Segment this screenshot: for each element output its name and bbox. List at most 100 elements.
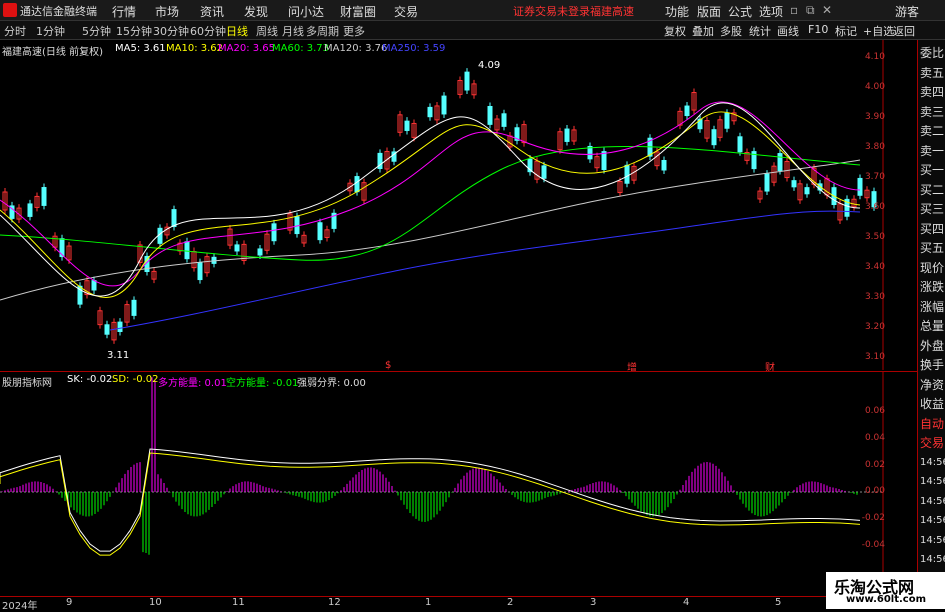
sidebar-item[interactable]: 委比	[920, 46, 944, 60]
sidebar-item[interactable]: 涨跌	[920, 280, 944, 294]
x-tick: 2024年	[2, 601, 38, 612]
x-tick: 2	[507, 597, 514, 608]
sd-label: SD: -0.02	[112, 374, 159, 385]
date-axis: 2024年 9 10 11 12 1 2 3 4 5	[0, 596, 945, 612]
candle	[724, 112, 730, 129]
ma60-label: MA60: 3.73	[272, 43, 330, 54]
stats-button[interactable]: 统计	[749, 23, 771, 39]
adjust-button[interactable]: 复权	[664, 23, 686, 39]
candle	[354, 176, 360, 193]
menu-news[interactable]: 资讯	[200, 3, 224, 20]
x-tick: 1	[425, 597, 432, 608]
sidebar-item[interactable]: 外盘	[920, 339, 944, 353]
tab-daily[interactable]: 日线	[226, 23, 248, 39]
menu-formula[interactable]: 公式	[728, 3, 752, 20]
y-tick: 3.90	[864, 112, 885, 122]
candle	[661, 159, 667, 171]
sidebar-item[interactable]: 涨幅	[920, 300, 944, 314]
sidebar-item[interactable]: 14:56	[920, 553, 945, 567]
sidebar-item[interactable]: 买二	[920, 183, 944, 197]
tab-1min[interactable]: 1分钟	[36, 23, 65, 39]
sidebar-item[interactable]: 买五	[920, 241, 944, 255]
menu-options[interactable]: 选项	[759, 3, 783, 20]
menu-discover[interactable]: 发现	[244, 3, 268, 20]
candle	[764, 173, 770, 192]
menu-wealth[interactable]: 财富圈	[340, 3, 376, 20]
sidebar-item[interactable]: 自动	[920, 417, 944, 431]
draw-button[interactable]: 画线	[777, 23, 799, 39]
candle	[601, 151, 607, 171]
y-tick: 3.60	[864, 202, 885, 212]
tab-60min[interactable]: 60分钟	[190, 23, 226, 39]
sidebar-item[interactable]: 14:56	[920, 495, 945, 509]
indicator-panel[interactable]: 股朋指标网 SK: -0.02 SD: -0.02 多方能量: 0.01 空方能…	[0, 371, 917, 597]
menu-trade[interactable]: 交易	[394, 3, 418, 20]
event-marker[interactable]: $	[385, 360, 391, 371]
sidebar-item[interactable]: 收益	[920, 397, 944, 411]
close-icon[interactable]: ✕	[822, 3, 832, 17]
candle	[427, 106, 433, 118]
ma20-label: MA20: 3.65	[218, 43, 276, 54]
title-bar: 通达信金融终端 行情 市场 资讯 发现 问小达 财富圈 交易 证券交易未登录 福…	[0, 0, 945, 21]
tab-5min[interactable]: 5分钟	[82, 23, 111, 39]
multi-stock-button[interactable]: 多股	[720, 23, 742, 39]
sidebar-item[interactable]: 买一	[920, 163, 944, 177]
tab-timeshare[interactable]: 分时	[4, 23, 26, 39]
sidebar-item[interactable]: 卖二	[920, 124, 944, 138]
sidebar-item[interactable]: 换手	[920, 358, 944, 372]
mark-button[interactable]: 标记	[835, 23, 857, 39]
candle	[464, 71, 470, 91]
sidebar-item[interactable]: 卖一	[920, 144, 944, 158]
add-watchlist-button[interactable]: +自选	[863, 23, 894, 39]
tab-monthly[interactable]: 月线	[282, 23, 304, 39]
restore-icon[interactable]: ⧉	[806, 3, 815, 18]
sidebar-item[interactable]: 14:56	[920, 456, 945, 470]
y-tick: 3.40	[864, 262, 885, 272]
sidebar-item[interactable]: 现价	[920, 261, 944, 275]
tab-weekly[interactable]: 周线	[256, 23, 278, 39]
kline-chart[interactable]: 福建高速(日线 前复权) MA5: 3.61 MA10: 3.62 MA20: …	[0, 40, 917, 374]
tab-more[interactable]: 更多	[343, 23, 365, 39]
sidebar-item[interactable]: 交易	[920, 436, 944, 450]
sidebar-item[interactable]: 卖五	[920, 66, 944, 80]
menu-market[interactable]: 市场	[155, 3, 179, 20]
f10-button[interactable]: F10	[808, 23, 828, 36]
tab-30min[interactable]: 30分钟	[153, 23, 189, 39]
tab-multiperiod[interactable]: 多周期	[306, 23, 339, 39]
kline-canvas[interactable]	[0, 40, 917, 370]
guest-label[interactable]: 游客	[895, 3, 919, 20]
y-tick: 3.20	[864, 322, 885, 332]
tab-15min[interactable]: 15分钟	[116, 23, 152, 39]
candle	[791, 180, 797, 188]
candle	[91, 280, 97, 291]
sidebar-item[interactable]: 14:56	[920, 534, 945, 548]
boundary-label: 强弱分界: 0.00	[297, 378, 366, 389]
login-alert[interactable]: 证券交易未登录	[513, 3, 590, 19]
y-tick: 3.50	[864, 232, 885, 242]
candle	[684, 105, 690, 117]
candle	[541, 165, 547, 179]
ind-y-tick: 0.00	[864, 486, 885, 496]
minimize-icon[interactable]: ▫	[790, 3, 798, 17]
sidebar-item[interactable]: 卖三	[920, 105, 944, 119]
sidebar-item[interactable]: 买四	[920, 222, 944, 236]
menu-quotes[interactable]: 行情	[112, 3, 136, 20]
sidebar-item[interactable]: 总量	[920, 319, 944, 333]
sidebar-item[interactable]: 卖四	[920, 85, 944, 99]
sidebar-item[interactable]: 净资	[920, 378, 944, 392]
sidebar-item[interactable]: 买三	[920, 202, 944, 216]
sidebar-item[interactable]: 14:56	[920, 475, 945, 489]
high-price-mark: 4.09	[478, 60, 501, 71]
y-tick: 4.10	[864, 52, 885, 62]
quote-sidebar: 委比卖五卖四卖三卖二卖一买一买二买三买四买五现价涨跌涨幅总量外盘换手净资收益自动…	[917, 40, 945, 596]
candle	[317, 222, 323, 241]
menu-layout[interactable]: 版面	[697, 3, 721, 20]
candle	[234, 244, 240, 252]
back-button[interactable]: 返回	[893, 23, 915, 39]
menu-function[interactable]: 功能	[665, 3, 689, 20]
sidebar-item[interactable]: 14:56	[920, 514, 945, 528]
menu-ask[interactable]: 问小达	[288, 3, 324, 20]
candle	[487, 105, 493, 125]
overlay-button[interactable]: 叠加	[692, 23, 714, 39]
indicator-canvas[interactable]	[0, 372, 917, 597]
